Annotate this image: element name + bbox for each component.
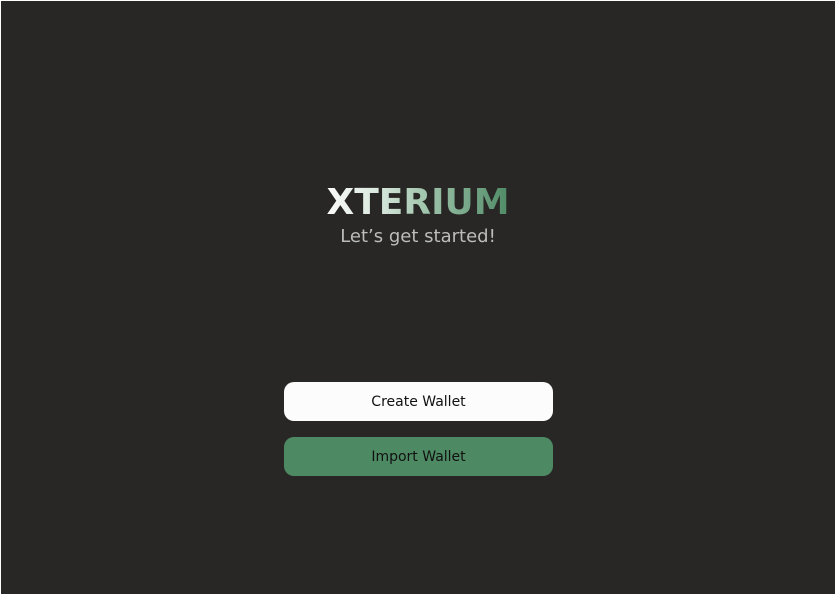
brand-logo: XTERIUM	[1, 179, 835, 227]
welcome-screen: XTERIUM Let’s get started! Create Wallet…	[1, 1, 835, 594]
import-wallet-label: Import Wallet	[371, 448, 466, 465]
import-wallet-button[interactable]: Import Wallet	[284, 437, 553, 476]
welcome-tagline: Let’s get started!	[340, 226, 496, 247]
create-wallet-label: Create Wallet	[371, 393, 466, 410]
create-wallet-button[interactable]: Create Wallet	[284, 382, 553, 421]
brand-title: XTERIUM	[326, 182, 510, 223]
